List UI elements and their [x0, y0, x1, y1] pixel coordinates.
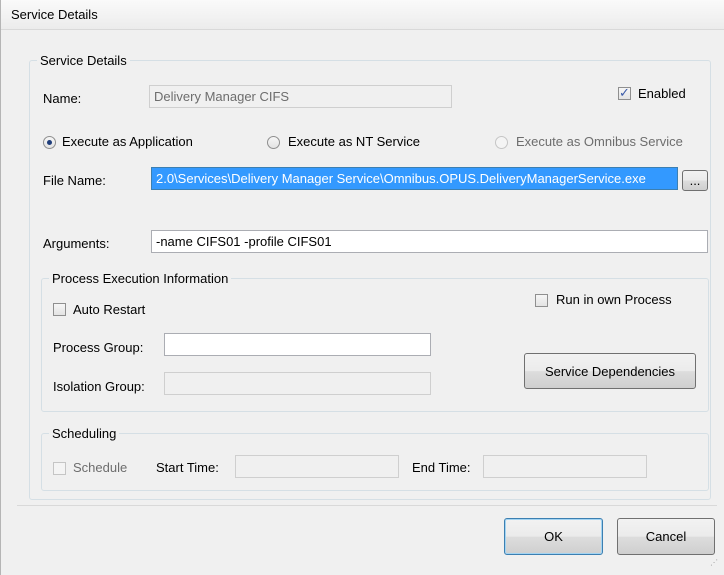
arguments-input[interactable] — [151, 230, 708, 253]
radio-selected-icon — [47, 140, 52, 145]
footer-separator — [17, 505, 717, 506]
execute-as-omnibus-service-radio — [495, 136, 508, 149]
file-name-value: 2.0\Services\Delivery Manager Service\Om… — [156, 171, 646, 186]
cancel-button[interactable]: Cancel — [617, 518, 715, 555]
browse-button-label: ... — [689, 173, 701, 188]
browse-button[interactable]: ... — [682, 170, 708, 191]
end-time-label: End Time: — [412, 460, 471, 475]
auto-restart-checkbox[interactable] — [53, 303, 66, 316]
schedule-label: Schedule — [73, 460, 128, 475]
isolation-group-label: Isolation Group: — [53, 379, 145, 394]
window-title: Service Details — [11, 7, 98, 22]
resize-grip-icon[interactable]: ⋰ — [710, 559, 720, 571]
run-own-process-checkbox[interactable] — [535, 294, 548, 307]
execute-as-omnibus-service-label: Execute as Omnibus Service — [516, 134, 683, 149]
isolation-group-field — [164, 372, 431, 395]
ok-button[interactable]: OK — [504, 518, 603, 555]
enabled-label: Enabled — [638, 86, 686, 101]
cancel-button-label: Cancel — [645, 529, 687, 544]
execute-as-application-label: Execute as Application — [62, 134, 193, 149]
service-details-legend: Service Details — [37, 53, 130, 68]
schedule-checkbox — [53, 462, 66, 475]
execute-as-nt-service-label: Execute as NT Service — [288, 134, 420, 149]
file-name-field[interactable]: 2.0\Services\Delivery Manager Service\Om… — [151, 167, 678, 190]
start-time-label: Start Time: — [156, 460, 219, 475]
auto-restart-label: Auto Restart — [73, 302, 146, 317]
end-time-field — [483, 455, 647, 478]
file-name-label: File Name: — [43, 173, 106, 188]
run-own-process-label: Run in own Process — [556, 292, 672, 307]
service-dependencies-button[interactable]: Service Dependencies — [524, 353, 696, 389]
process-execution-legend: Process Execution Information — [49, 271, 232, 286]
name-field[interactable] — [149, 85, 452, 108]
ok-button-label: OK — [544, 529, 563, 544]
start-time-field — [235, 455, 399, 478]
process-group-input[interactable] — [164, 333, 431, 356]
service-details-dialog: Service Details Service Details Name: ✓ … — [0, 0, 724, 575]
arguments-label: Arguments: — [43, 236, 110, 251]
execute-as-nt-service-radio[interactable] — [267, 136, 280, 149]
enabled-checkbox[interactable]: ✓ — [618, 85, 631, 100]
checkmark-icon: ✓ — [619, 85, 630, 100]
title-bar[interactable]: Service Details — [1, 0, 724, 30]
scheduling-legend: Scheduling — [49, 426, 120, 441]
name-label: Name: — [43, 91, 82, 106]
service-dependencies-label: Service Dependencies — [544, 363, 676, 379]
process-group-label: Process Group: — [53, 340, 144, 355]
execute-as-application-radio[interactable] — [43, 136, 56, 149]
